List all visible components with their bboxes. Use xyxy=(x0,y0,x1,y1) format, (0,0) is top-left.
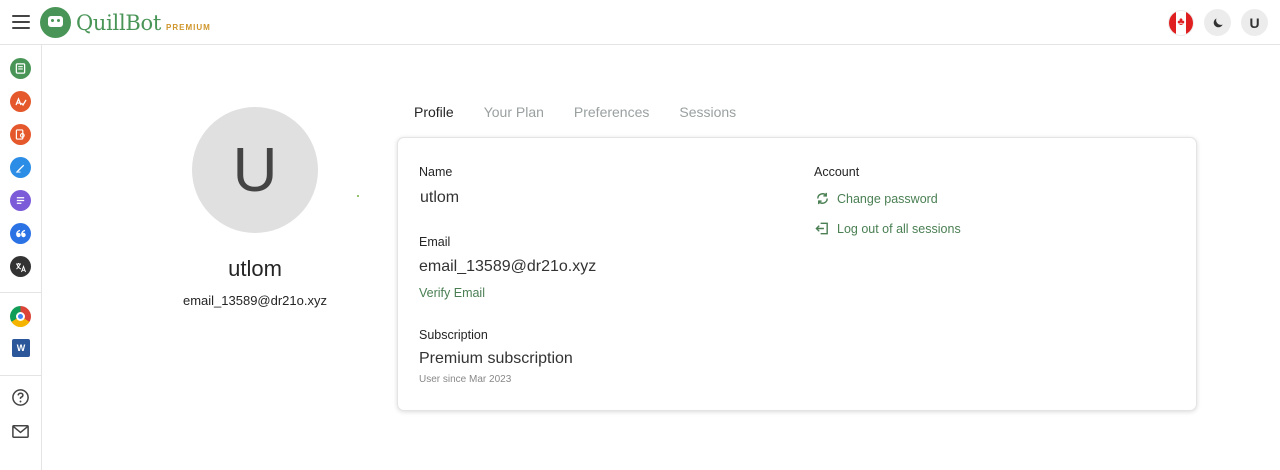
decorative-dot xyxy=(357,195,359,197)
email-label: Email xyxy=(419,235,451,249)
change-password-link[interactable]: Change password xyxy=(815,191,938,206)
sidebar-divider xyxy=(0,375,41,376)
profile-name: utlom xyxy=(228,256,282,281)
summarizer-icon[interactable] xyxy=(10,190,31,211)
top-bar: QuillBot PREMIUM ♣ U xyxy=(0,0,1280,45)
name-label: Name xyxy=(419,165,453,179)
email-value: email_13589@dr21o.xyz xyxy=(419,258,597,275)
user-since: User since Mar 2023 xyxy=(419,374,512,385)
menu-icon[interactable] xyxy=(12,15,30,29)
tab-your-plan[interactable]: Your Plan xyxy=(484,104,544,120)
word-addin-icon[interactable]: W xyxy=(12,339,30,357)
help-icon[interactable] xyxy=(11,388,30,407)
citation-generator-icon[interactable] xyxy=(10,223,31,244)
subscription-value: Premium subscription xyxy=(419,350,573,367)
name-value[interactable]: utlom xyxy=(420,189,459,207)
tab-sessions[interactable]: Sessions xyxy=(679,104,736,120)
plagiarism-checker-icon[interactable] xyxy=(10,124,31,145)
paraphraser-icon[interactable] xyxy=(10,58,31,79)
dark-mode-moon-icon[interactable] xyxy=(1204,9,1231,36)
profile-card: Name utlom Email email_13589@dr21o.xyz V… xyxy=(397,137,1197,411)
mail-icon[interactable] xyxy=(11,422,30,441)
co-writer-icon[interactable] xyxy=(10,157,31,178)
refresh-icon xyxy=(817,192,828,205)
profile-avatar: U xyxy=(192,107,318,233)
sidebar-divider xyxy=(0,292,41,293)
quillbot-logo[interactable]: QuillBot PREMIUM xyxy=(40,7,211,38)
user-avatar-button[interactable]: U xyxy=(1241,9,1268,36)
subscription-label: Subscription xyxy=(419,328,488,342)
canada-flag-icon[interactable]: ♣ xyxy=(1168,9,1194,36)
account-tabs: Profile Your Plan Preferences Sessions xyxy=(414,104,736,120)
premium-badge: PREMIUM xyxy=(166,22,211,32)
tab-preferences[interactable]: Preferences xyxy=(574,104,649,120)
tab-profile[interactable]: Profile xyxy=(414,104,454,120)
translator-icon[interactable] xyxy=(10,256,31,277)
logout-all-sessions-link[interactable]: Log out of all sessions xyxy=(815,221,961,236)
account-label: Account xyxy=(814,165,860,179)
quillbot-logo-icon xyxy=(40,7,71,38)
logo-text: QuillBot xyxy=(76,10,162,35)
profile-email: email_13589@dr21o.xyz xyxy=(182,293,327,308)
chrome-extension-icon[interactable] xyxy=(10,306,31,327)
change-password-label: Change password xyxy=(837,191,938,206)
verify-email-link[interactable]: Verify Email xyxy=(419,286,485,300)
grammar-checker-icon[interactable] xyxy=(10,91,31,112)
sidebar: W xyxy=(0,45,42,470)
logout-icon xyxy=(815,222,828,235)
logout-all-label: Log out of all sessions xyxy=(837,221,961,236)
